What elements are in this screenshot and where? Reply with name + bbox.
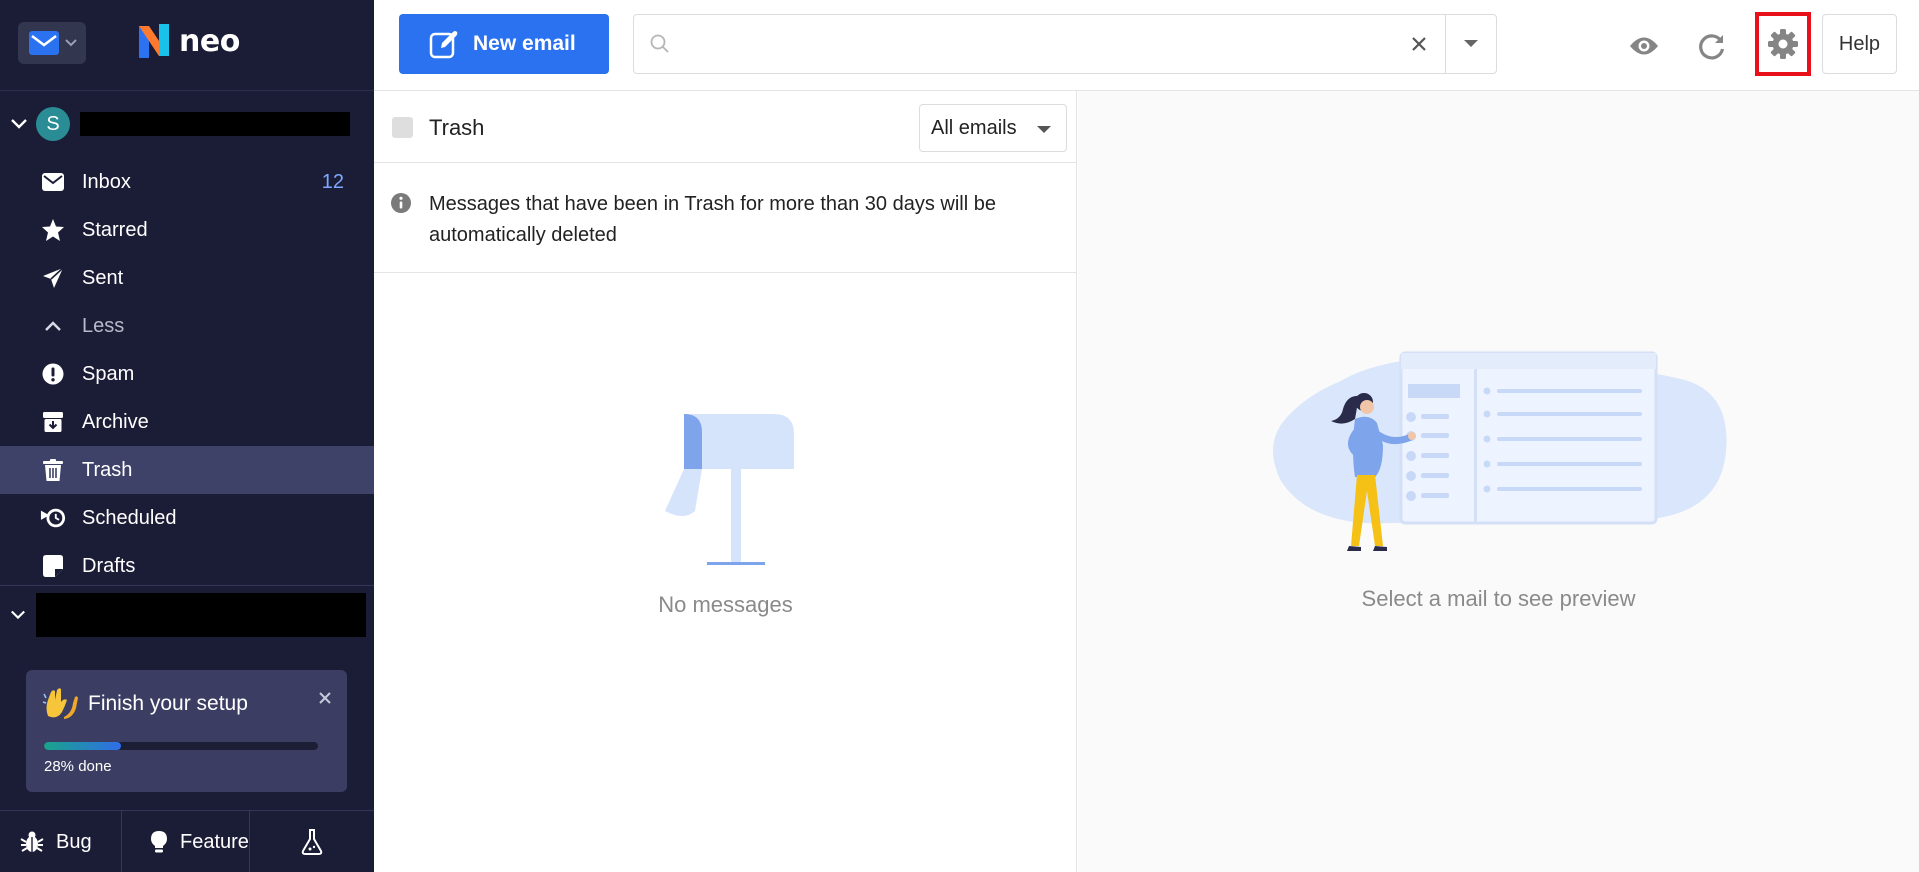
setup-progress-bar <box>44 742 318 750</box>
sidebar-item-label: Spam <box>82 362 135 385</box>
search-separator <box>1445 15 1446 73</box>
feature-label: Feature <box>180 830 249 853</box>
sidebar-item-label: Starred <box>82 218 148 241</box>
sidebar-item-label: Sent <box>82 266 124 289</box>
star-icon <box>40 217 66 243</box>
close-icon[interactable] <box>317 690 333 706</box>
chevron-down-icon <box>65 39 77 47</box>
waving-hands-icon <box>42 688 78 719</box>
exclamation-icon <box>40 361 66 387</box>
unread-count-badge: 12 <box>321 170 344 193</box>
feature-request-button[interactable]: Feature <box>122 811 250 872</box>
mail-app-icon <box>29 31 59 55</box>
filter-label: All emails <box>931 116 1017 139</box>
sidebar-item-label: Scheduled <box>82 506 177 529</box>
compose-icon <box>429 31 458 59</box>
sidebar-item-scheduled[interactable]: Scheduled <box>0 494 374 542</box>
sidebar-item-label: Archive <box>82 410 149 433</box>
sidebar-header: neo <box>0 0 374 91</box>
sidebar-item-inbox[interactable]: Inbox 12 <box>0 158 374 206</box>
bug-icon <box>20 831 44 852</box>
clear-search-icon[interactable] <box>1410 35 1428 53</box>
gear-icon <box>1768 29 1798 59</box>
list-header: Trash All emails <box>374 91 1077 163</box>
no-messages-text: No messages <box>658 592 793 617</box>
second-account-row[interactable] <box>0 592 374 638</box>
app-switcher-button[interactable] <box>18 22 86 64</box>
info-icon <box>391 193 411 213</box>
scheduled-clock-icon <box>40 505 66 531</box>
neo-logo: neo <box>135 22 240 60</box>
paper-plane-icon <box>40 265 66 291</box>
folder-list: Inbox 12 Starred Sent Less Spam Archive … <box>0 158 374 590</box>
sidebar-item-sent[interactable]: Sent <box>0 254 374 302</box>
bug-label: Bug <box>56 830 92 853</box>
refresh-icon[interactable] <box>1698 32 1726 60</box>
setup-progress-fill <box>44 742 121 750</box>
preview-pane: Select a mail to see preview <box>1078 91 1919 872</box>
draft-icon <box>40 553 66 579</box>
notice-text: Messages that have been in Trash for mor… <box>429 193 996 246</box>
search-options-dropdown-icon[interactable] <box>1463 39 1479 49</box>
help-button[interactable]: Help <box>1822 14 1897 74</box>
sidebar-item-starred[interactable]: Starred <box>0 206 374 254</box>
search-bar <box>633 14 1497 74</box>
chevron-down-icon[interactable] <box>10 115 28 133</box>
labs-button[interactable] <box>250 811 374 872</box>
top-toolbar: New email Help <box>374 0 1919 91</box>
new-email-label: New email <box>473 32 576 55</box>
chevron-up-icon <box>40 313 66 339</box>
avatar: S <box>36 107 70 141</box>
sidebar-footer: Bug Feature <box>0 810 374 872</box>
report-bug-button[interactable]: Bug <box>0 811 122 872</box>
envelope-icon <box>40 169 66 195</box>
search-icon <box>650 34 669 53</box>
trash-retention-notice: Messages that have been in Trash for mor… <box>374 163 1077 273</box>
redacted-account <box>36 593 366 637</box>
folder-title: Trash <box>429 115 485 140</box>
settings-button[interactable] <box>1755 12 1811 76</box>
sidebar-item-label: Inbox <box>82 170 131 193</box>
logo-text: neo <box>179 23 240 59</box>
new-email-button[interactable]: New email <box>399 14 609 74</box>
select-mail-illustration <box>1273 351 1727 551</box>
setup-progress-text: 28% done <box>44 758 112 775</box>
sidebar-item-label: Trash <box>82 458 133 481</box>
sidebar-divider <box>0 585 374 586</box>
eye-icon[interactable] <box>1629 35 1659 57</box>
redacted-account-email <box>80 112 350 136</box>
preview-empty-text: Select a mail to see preview <box>1361 586 1636 611</box>
sidebar-item-trash[interactable]: Trash <box>0 446 374 494</box>
trash-icon <box>40 457 66 483</box>
lightbulb-icon <box>151 831 167 853</box>
chevron-down-icon[interactable] <box>10 607 26 623</box>
empty-mailbox-illustration <box>665 414 794 565</box>
sidebar-item-less[interactable]: Less <box>0 302 374 350</box>
neo-logo-icon <box>139 24 169 58</box>
email-filter-dropdown[interactable]: All emails <box>919 104 1067 152</box>
chevron-down-icon <box>1037 126 1051 133</box>
sidebar-item-label: Drafts <box>82 554 136 577</box>
sidebar-item-archive[interactable]: Archive <box>0 398 374 446</box>
select-all-checkbox[interactable] <box>392 117 413 138</box>
sidebar-item-label: Less <box>82 314 125 337</box>
search-input[interactable] <box>684 23 1384 65</box>
finish-setup-card[interactable]: Finish your setup 28% done <box>26 670 347 792</box>
sidebar-item-spam[interactable]: Spam <box>0 350 374 398</box>
archive-box-icon <box>40 409 66 435</box>
sidebar-item-drafts[interactable]: Drafts <box>0 542 374 590</box>
message-list-pane: Trash All emails Messages that have been… <box>374 91 1077 872</box>
flask-icon <box>301 829 323 855</box>
account-row[interactable]: S <box>0 104 374 144</box>
setup-title: Finish your setup <box>88 692 248 715</box>
sidebar: neo S Inbox 12 Starred Sent Less Spam Ar… <box>0 0 374 872</box>
